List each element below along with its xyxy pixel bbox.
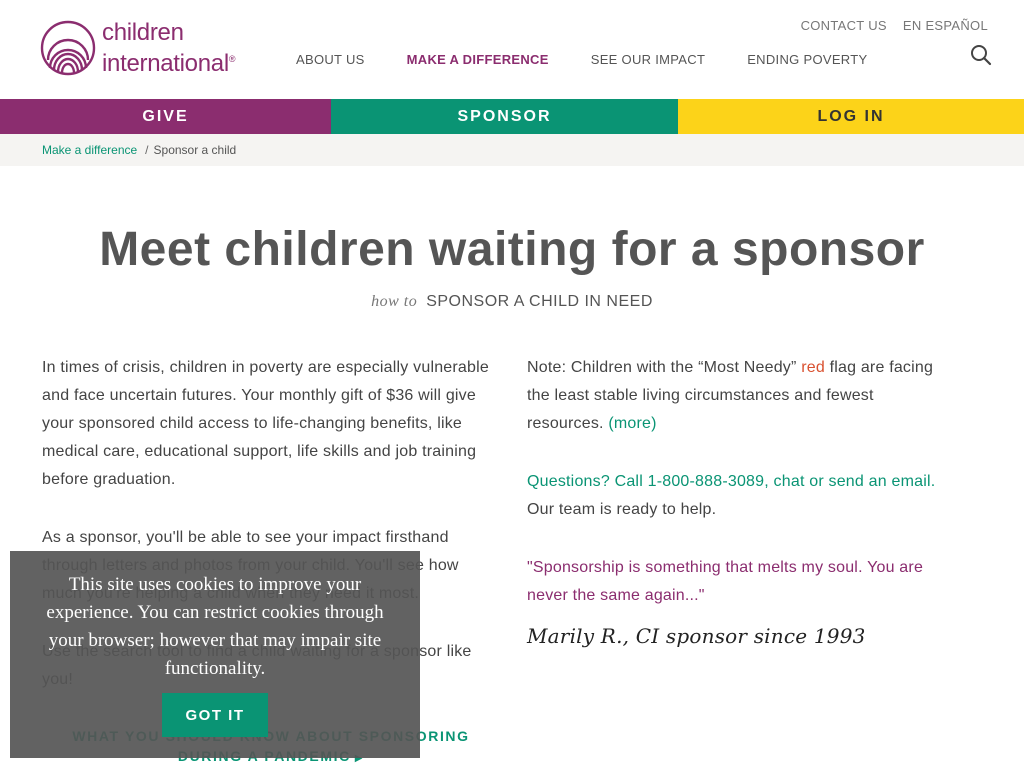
search-icon[interactable] (970, 44, 992, 66)
logo-wordmark: children international® (102, 18, 236, 77)
page-subtitle: how to SPONSOR A CHILD IN NEED (0, 293, 1024, 311)
quote-signature: Marily R., CI sponsor since 1993 (527, 624, 866, 648)
needy-note-red-word: red (801, 359, 825, 376)
main-nav: ABOUT US MAKE A DIFFERENCE SEE OUR IMPAC… (296, 52, 909, 67)
utility-nav: CONTACT US EN ESPAÑOL (801, 18, 988, 33)
logo-line-2: international (102, 49, 229, 77)
spanish-link[interactable]: EN ESPAÑOL (903, 18, 988, 33)
subtitle-prefix: how to (371, 293, 418, 310)
intro-paragraph-1: In times of crisis, children in poverty … (42, 359, 489, 488)
registered-mark: ® (228, 53, 236, 64)
action-bar: GIVE SPONSOR LOG IN (0, 99, 1024, 134)
needy-note-prefix: Note: Children with the “Most Needy” (527, 359, 797, 376)
sponsor-button[interactable]: SPONSOR (331, 99, 678, 134)
site-header: children international® CONTACT US EN ES… (0, 0, 1024, 99)
nav-make-a-difference[interactable]: MAKE A DIFFERENCE (407, 52, 549, 67)
more-link[interactable]: (more) (608, 415, 656, 432)
login-button[interactable]: LOG IN (678, 99, 1024, 134)
questions-paragraph: Questions? Call 1-800-888-3089, chat or … (527, 468, 937, 524)
contact-questions-link[interactable]: Questions? Call 1-800-888-3089, chat or … (527, 473, 935, 490)
breadcrumb-separator: / (145, 143, 149, 157)
page-title: Meet children waiting for a sponsor (99, 223, 925, 276)
give-button[interactable]: GIVE (0, 99, 331, 134)
info-column: Note: Children with the “Most Needy” red… (527, 354, 937, 650)
sponsor-quote: "Sponsorship is something that melts my … (527, 559, 924, 604)
breadcrumb-parent-link[interactable]: Make a difference (42, 143, 137, 157)
breadcrumb: Make a difference / Sponsor a child (0, 134, 1024, 166)
needy-note: Note: Children with the “Most Needy” red… (527, 354, 937, 438)
contact-us-link[interactable]: CONTACT US (801, 18, 887, 33)
concentric-arches-logo-icon (40, 20, 96, 76)
breadcrumb-current: Sponsor a child (153, 143, 237, 157)
site-logo[interactable]: children international® (40, 18, 240, 77)
questions-suffix: Our team is ready to help. (527, 501, 717, 518)
cookie-banner: This site uses cookies to improve your e… (10, 551, 420, 758)
cookie-accept-button[interactable]: GOT IT (162, 693, 268, 737)
nav-see-our-impact[interactable]: SEE OUR IMPACT (591, 52, 705, 67)
logo-line-1: children (102, 18, 184, 46)
nav-about-us[interactable]: ABOUT US (296, 52, 365, 67)
nav-ending-poverty[interactable]: ENDING POVERTY (747, 52, 867, 67)
subtitle-text: SPONSOR A CHILD IN NEED (426, 293, 653, 310)
cookie-message: This site uses cookies to improve your e… (46, 574, 384, 679)
